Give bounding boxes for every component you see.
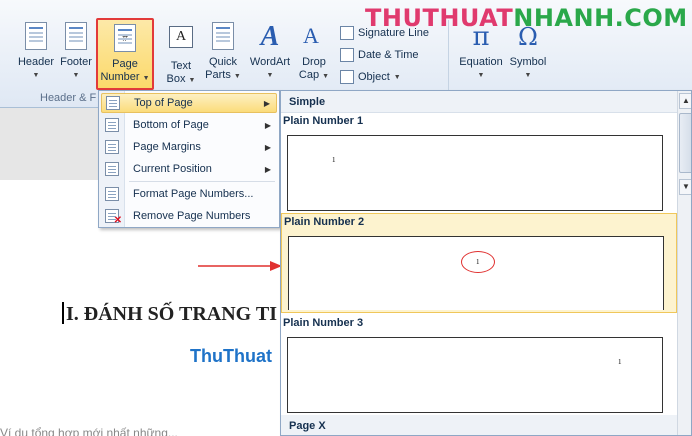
page-number-mark: 1 <box>476 258 480 266</box>
page-thumbnail: 1 <box>287 135 663 211</box>
page-number-mark: 1 <box>618 358 622 366</box>
signature-icon <box>340 26 354 40</box>
chevron-down-icon: ▼ <box>477 72 485 79</box>
submenu-arrow-icon: ▶ <box>264 142 271 152</box>
calendar-icon <box>340 48 354 62</box>
footer-icon <box>63 22 89 52</box>
submenu-arrow-icon: ▶ <box>264 120 271 130</box>
text-box-button[interactable]: A Text Box ▼ <box>162 22 200 90</box>
chevron-down-icon: ▼ <box>266 72 274 79</box>
top-of-page-icon <box>106 96 120 110</box>
text-box-icon: A <box>168 26 194 56</box>
document-subheading[interactable]: ThuThuat <box>190 346 272 367</box>
page-number-icon: # <box>112 24 138 54</box>
chevron-down-icon: ▼ <box>72 72 80 79</box>
wordart-icon: A <box>260 21 280 52</box>
bottom-of-page-icon <box>105 118 119 132</box>
menu-item-bottom-of-page[interactable]: Bottom of Page ▶ <box>101 115 277 135</box>
gallery-scrollbar[interactable]: ▲ ▼ <box>677 91 691 435</box>
object-button[interactable]: Object ▼ <box>340 68 401 86</box>
menu-item-current-position[interactable]: Current Position ▶ <box>101 159 277 179</box>
remove-page-numbers-icon: ✕ <box>105 209 122 226</box>
menu-item-remove-page-numbers[interactable]: ✕ Remove Page Numbers <box>101 206 277 226</box>
watermark-logo: THUTHUATNHANH.COM <box>365 4 688 32</box>
page-margins-icon <box>105 140 119 154</box>
wordart-button[interactable]: A WordArt ▼ <box>246 22 294 90</box>
header-icon <box>23 22 49 52</box>
chevron-down-icon: ▼ <box>524 72 532 79</box>
equation-button[interactable]: π Equation ▼ <box>456 22 506 90</box>
menu-item-top-of-page[interactable]: Top of Page ▶ <box>101 93 277 113</box>
gallery-section-page-x: Page X <box>281 415 677 435</box>
chevron-down-icon: ▼ <box>32 72 40 79</box>
footer-button[interactable]: Footer ▼ <box>56 22 96 90</box>
gallery-item-plain-number-3[interactable]: Plain Number 3 1 <box>281 315 677 413</box>
submenu-arrow-icon: ▶ <box>263 98 270 108</box>
group-label-header-footer: Header & F <box>40 92 97 104</box>
drop-cap-button[interactable]: A Drop Cap ▼ <box>296 22 332 90</box>
page-thumbnail: 1 <box>288 236 664 310</box>
submenu-arrow-icon: ▶ <box>264 164 271 174</box>
page-number-menu: Top of Page ▶ Bottom of Page ▶ Page Marg… <box>98 90 280 228</box>
page-number-gallery: Simple Plain Number 1 1 Plain Number 2 1… <box>280 90 692 436</box>
menu-item-format-page-numbers[interactable]: Format Page Numbers... <box>101 184 277 204</box>
object-icon <box>340 70 354 84</box>
page-number-button[interactable]: # Page Number ▼ <box>96 18 154 90</box>
gallery-section-simple: Simple <box>281 91 677 113</box>
date-time-button[interactable]: Date & Time <box>340 46 419 64</box>
quick-parts-button[interactable]: Quick Parts ▼ <box>204 22 242 90</box>
menu-separator <box>129 181 275 182</box>
scroll-up-button[interactable]: ▲ <box>679 93 691 109</box>
text-cursor <box>62 302 64 324</box>
symbol-button[interactable]: Ω Symbol ▼ <box>508 22 548 90</box>
quick-parts-icon <box>210 22 236 52</box>
current-position-icon <box>105 162 119 176</box>
menu-item-page-margins[interactable]: Page Margins ▶ <box>101 137 277 157</box>
page-number-mark: 1 <box>332 156 336 164</box>
document-text-line[interactable]: Ví dụ tổng hợp mới nhất những... <box>0 426 280 436</box>
document-heading[interactable]: I. ĐÁNH SỐ TRANG TI <box>62 302 277 326</box>
page-thumbnail: 1 <box>287 337 663 413</box>
format-page-numbers-icon <box>105 187 119 201</box>
drop-cap-icon: A <box>303 23 319 48</box>
gallery-item-plain-number-2[interactable]: Plain Number 2 1 <box>281 213 677 313</box>
gallery-item-plain-number-1[interactable]: Plain Number 1 1 <box>281 113 677 211</box>
scroll-thumb[interactable] <box>679 113 691 173</box>
scroll-down-button[interactable]: ▼ <box>679 179 691 195</box>
header-button[interactable]: Header ▼ <box>14 22 58 90</box>
red-arrow-annotation <box>198 261 282 271</box>
